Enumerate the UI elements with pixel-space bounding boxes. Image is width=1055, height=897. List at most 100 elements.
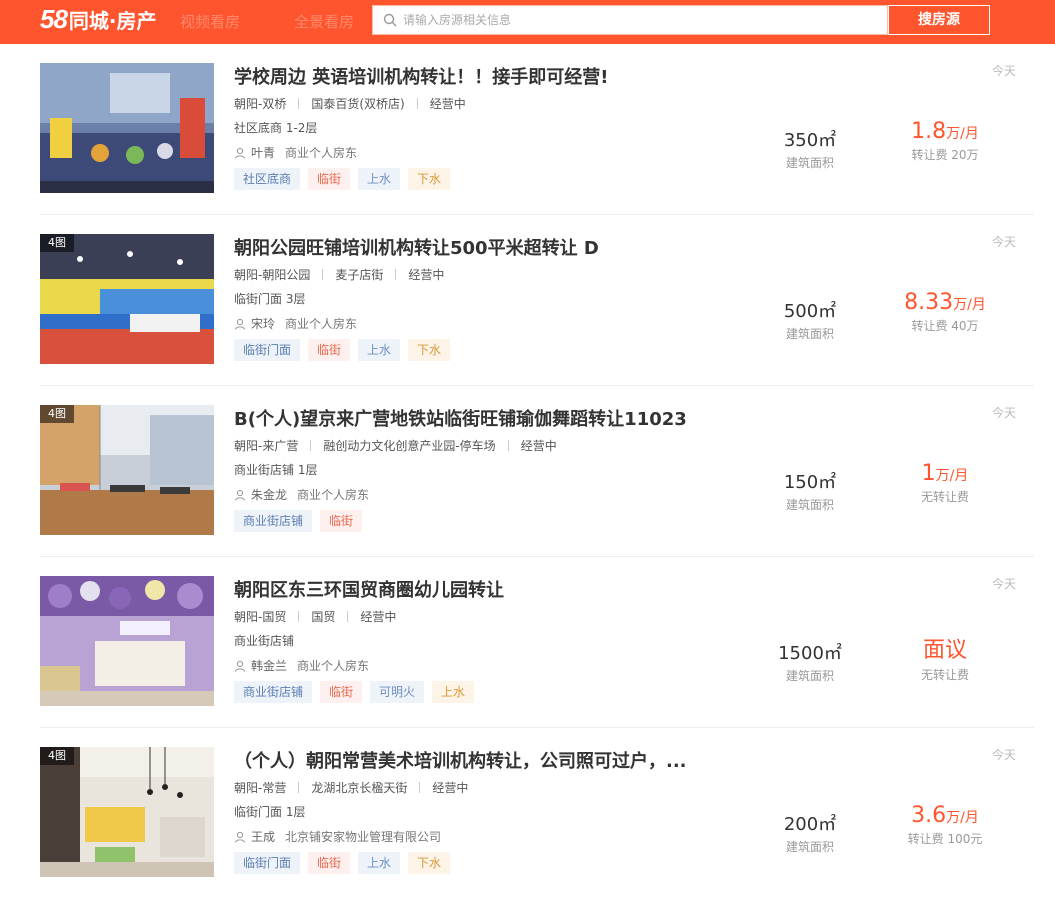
listing-status: 经营中	[408, 268, 445, 282]
listing-floor: 社区底商 1-2层	[234, 121, 318, 135]
price-block: 面议 无转让费	[880, 632, 1010, 683]
price-value: 8.33万/月	[880, 290, 1010, 315]
tag: 下水	[408, 339, 451, 361]
listing-floor: 商业街店铺	[234, 634, 295, 648]
listing-title[interactable]: B(个人)望京来广营地铁站临街旺铺瑜伽舞蹈转让11023	[234, 405, 687, 431]
listing-tags: 社区底商 临街 上水 下水	[234, 168, 458, 190]
listing-item[interactable]: 4图 朝阳公园旺铺培训机构转让500平米超转让 D 今天 朝阳-朝阳公园 麦子店…	[40, 215, 1034, 386]
listing-owner: 宋玲 商业个人房东	[234, 315, 357, 332]
listing-owner: 韩金兰 商业个人房东	[234, 657, 369, 674]
listing-title[interactable]: 朝阳区东三环国贸商圈幼儿园转让	[234, 576, 504, 602]
listing-photo[interactable]	[40, 63, 214, 193]
owner-type: 北京铺安家物业管理有限公司	[285, 830, 442, 844]
listing-date: 今天	[991, 64, 1016, 78]
owner-name: 王成	[251, 830, 276, 844]
price-value: 3.6万/月	[880, 803, 1010, 828]
listing-district[interactable]: 朝阳-国贸	[234, 608, 286, 625]
tag: 上水	[358, 168, 401, 190]
price-block: 1.8万/月 转让费 20万	[880, 119, 1010, 163]
price-number: 3.6	[911, 803, 947, 828]
area-block: 200㎡ 建筑面积	[760, 810, 860, 855]
photo-count-badge: 4图	[40, 405, 74, 423]
listing-photo[interactable]: 4图	[40, 405, 214, 535]
meta-divider	[347, 611, 349, 622]
price-unit: 万/月	[935, 468, 969, 484]
listing-item[interactable]: 朝阳区东三环国贸商圈幼儿园转让 今天 朝阳-国贸 国贸 经营中 商业街店铺 韩金…	[40, 557, 1034, 728]
owner-type: 商业个人房东	[285, 146, 358, 160]
transfer-fee: 转让费 20万	[911, 148, 979, 162]
tag: 商业街店铺	[234, 510, 313, 532]
listing-location[interactable]: 麦子店街	[335, 266, 383, 283]
listing-status: 经营中	[520, 439, 557, 453]
listing-status: 经营中	[432, 781, 469, 795]
listing-title[interactable]: 学校周边 英语培训机构转让！！接手即可经营!	[234, 63, 608, 89]
listing-title[interactable]: 朝阳公园旺铺培训机构转让500平米超转让 D	[234, 234, 599, 260]
tag: 商业街店铺	[234, 681, 313, 703]
listing-tags: 临街门面 临街 上水 下水	[234, 852, 458, 874]
listing-location[interactable]: 国贸	[311, 608, 335, 625]
meta-divider	[310, 440, 312, 451]
price-number: 8.33	[904, 290, 954, 315]
listing-title[interactable]: （个人）朝阳常营美术培训机构转让，公司照可过户，...	[234, 747, 687, 773]
area-value: 1500㎡	[778, 643, 842, 664]
listing-item[interactable]: 4图 （个人）朝阳常营美术培训机构转让，公司照可过户，... 今天 朝阳-常营 …	[40, 728, 1034, 897]
listing-district[interactable]: 朝阳-来广营	[234, 437, 298, 454]
photo-count-badge: 4图	[40, 747, 74, 765]
listing-item[interactable]: 4图 B(个人)望京来广营地铁站临街旺铺瑜伽舞蹈转让11023 今天 朝阳-来广…	[40, 386, 1034, 557]
listing-meta: 朝阳-来广营 融创动力文化创意产业园-停车场 经营中	[234, 437, 557, 454]
meta-divider	[419, 782, 421, 793]
nav-video-viewing[interactable]: 视频看房	[180, 11, 240, 32]
top-header: 58 同城·房产 视频看房 全景看房 搜房源	[0, 0, 1055, 44]
area-block: 1500㎡ 建筑面积	[760, 639, 860, 684]
listing-location[interactable]: 融创动力文化创意产业园-停车场	[323, 437, 495, 454]
owner-type: 商业个人房东	[297, 488, 370, 502]
price-block: 3.6万/月 转让费 100元	[880, 803, 1010, 847]
listing-floor: 商业街店铺 1层	[234, 463, 318, 477]
listing-location[interactable]: 龙湖北京长楹天街	[311, 779, 407, 796]
listing-location[interactable]: 国泰百货(双桥店)	[311, 95, 404, 112]
area-value: 150㎡	[783, 472, 837, 493]
meta-divider	[416, 98, 418, 109]
listing-date: 今天	[991, 577, 1016, 591]
listing-district[interactable]: 朝阳-朝阳公园	[234, 266, 310, 283]
tag: 上水	[432, 681, 475, 703]
area-label: 建筑面积	[785, 327, 834, 341]
listing-photo[interactable]	[40, 576, 214, 706]
listing-tags: 商业街店铺 临街 可明火 上水	[234, 681, 482, 703]
listing-district[interactable]: 朝阳-常营	[234, 779, 286, 796]
tag: 上水	[358, 339, 401, 361]
price-unit: 万/月	[946, 810, 979, 826]
listing-date: 今天	[991, 748, 1016, 762]
transfer-fee: 无转让费	[920, 490, 969, 504]
nav-panorama-viewing[interactable]: 全景看房	[294, 11, 354, 32]
search-input[interactable]	[403, 6, 873, 34]
tag: 临街门面	[234, 339, 301, 361]
area-block: 350㎡ 建筑面积	[760, 126, 860, 171]
listing-tags: 商业街店铺 临街	[234, 510, 370, 532]
meta-divider	[507, 440, 509, 451]
listing-floor: 临街门面 3层	[234, 292, 306, 306]
listing-photo[interactable]: 4图	[40, 747, 214, 877]
transfer-fee: 转让费 100元	[907, 832, 983, 846]
logo-58: 58	[40, 4, 68, 34]
user-icon	[235, 318, 245, 330]
listing-meta: 朝阳-双桥 国泰百货(双桥店) 经营中	[234, 95, 466, 112]
price-unit: 万/月	[946, 126, 979, 142]
tag: 临街	[308, 339, 351, 361]
listing-date: 今天	[991, 235, 1016, 249]
transfer-fee: 无转让费	[920, 668, 969, 682]
owner-type: 商业个人房东	[285, 317, 358, 331]
listing-district[interactable]: 朝阳-双桥	[234, 95, 286, 112]
photo-count-badge: 4图	[40, 234, 74, 252]
tag: 社区底商	[234, 168, 301, 190]
listing-status: 经营中	[360, 610, 397, 624]
search-button[interactable]: 搜房源	[888, 5, 990, 35]
listing-photo[interactable]: 4图	[40, 234, 214, 364]
meta-divider	[395, 269, 397, 280]
search-icon	[383, 13, 397, 27]
site-logo[interactable]: 58 同城·房产	[40, 4, 157, 34]
listing-item[interactable]: 学校周边 英语培训机构转让！！接手即可经营! 今天 朝阳-双桥 国泰百货(双桥店…	[40, 44, 1034, 215]
price-block: 1万/月 无转让费	[880, 461, 1010, 505]
meta-divider	[298, 611, 300, 622]
price-number: 面议	[922, 638, 967, 663]
